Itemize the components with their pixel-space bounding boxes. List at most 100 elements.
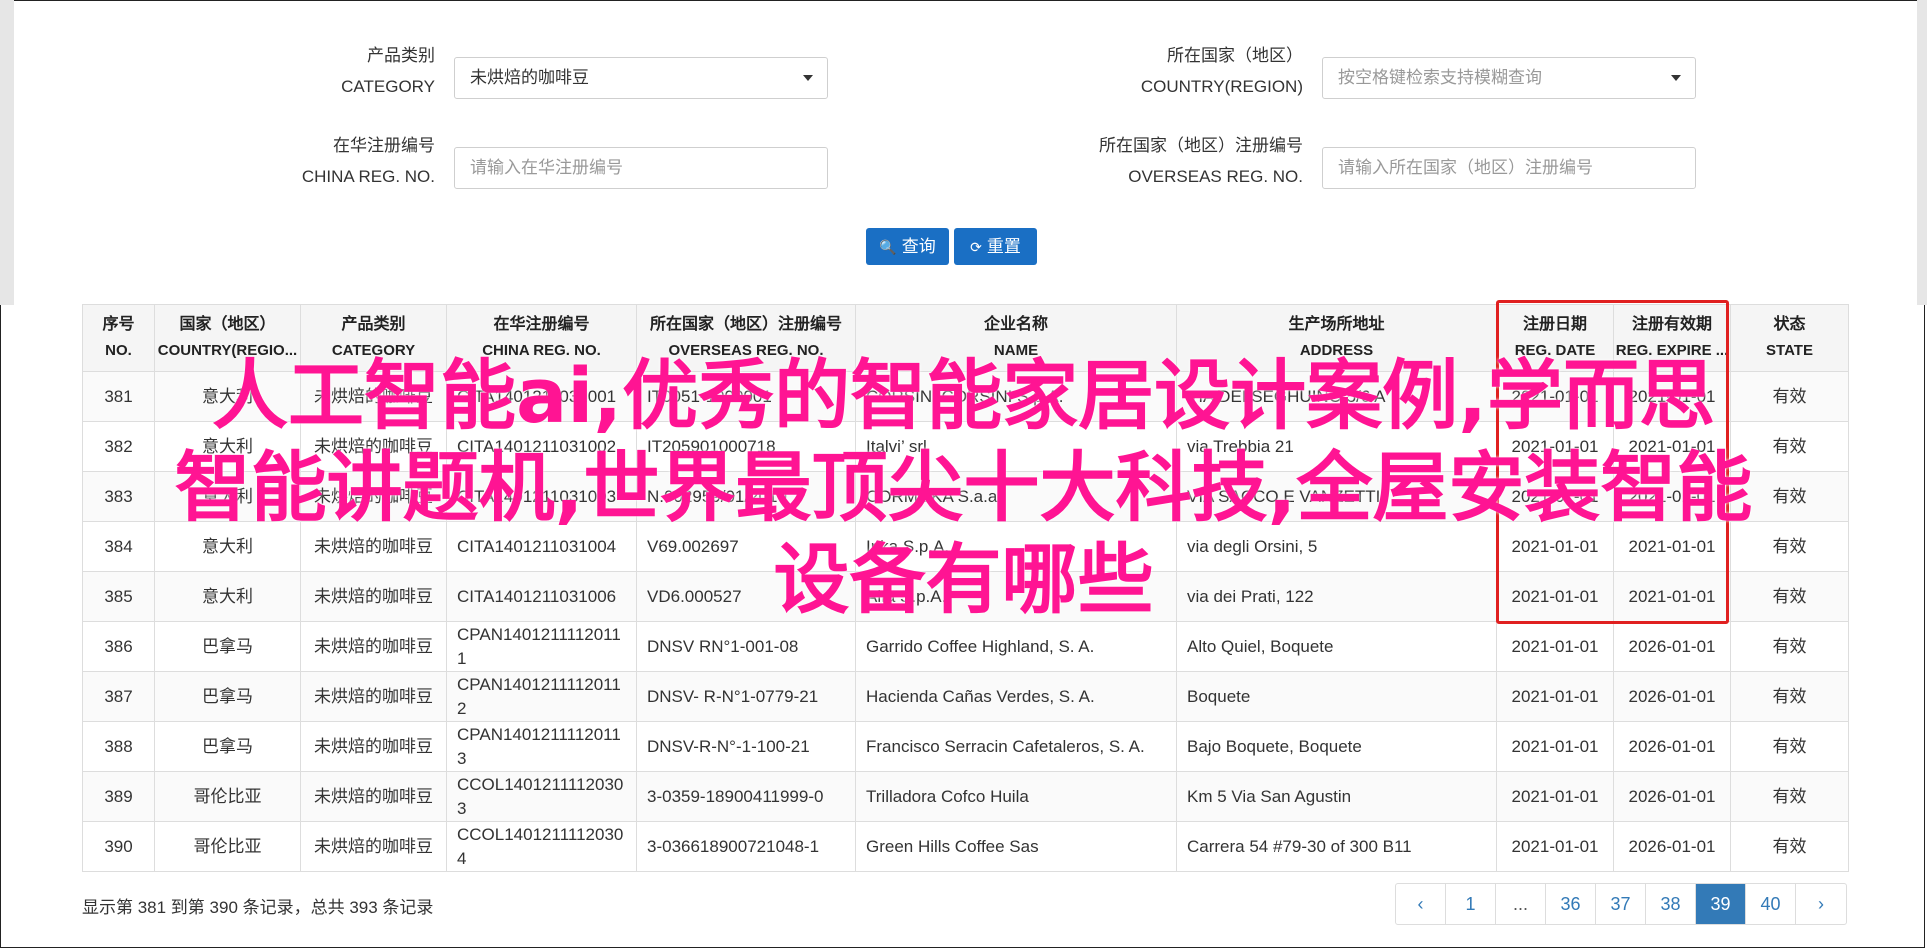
cell-china-reg: CPAN14012111120112 bbox=[446, 671, 637, 722]
china-reg-input[interactable]: 请输入在华注册编号 bbox=[454, 147, 828, 189]
cell-address: Carrera 54 #79-30 of 300 B11 bbox=[1176, 821, 1497, 872]
column-header: 国家（地区） COUNTRY(REGIO... bbox=[154, 304, 301, 372]
cell-country: 意大利 bbox=[154, 521, 301, 572]
cell-address: VIA SACCO E VANZETTI bbox=[1176, 471, 1497, 522]
cell-reg-date: 2021-01-01 bbox=[1496, 821, 1614, 872]
table-row: 382 意大利 未烘焙的咖啡豆 CITA1401211031002 IT20590100… bbox=[82, 421, 1849, 472]
category-label: 产品类别 CATEGORY bbox=[341, 46, 435, 96]
table-row: 383 意大利 未烘焙的咖啡豆 CITA1401211031003 N.002959/0… bbox=[82, 471, 1849, 522]
cell-reg-date: 2021-01-01 bbox=[1496, 671, 1614, 722]
column-header: 所在国家（地区）注册编号 OVERSEAS REG. NO. bbox=[636, 304, 856, 372]
cell-overseas-reg: 3-036618900721048-1 bbox=[636, 821, 856, 872]
cell-overseas-reg: IT205901000718 bbox=[636, 421, 856, 472]
cell-reg-date: 2021-01-01 bbox=[1496, 421, 1614, 472]
cell-name: CORSINI CORSINI S.p.A. bbox=[855, 371, 1177, 422]
cell-category: 未烘焙的咖啡豆 bbox=[300, 571, 447, 622]
table-row: 389 哥伦比亚 未烘焙的咖啡豆 CCOL14012111120303 3-0359-1… bbox=[82, 771, 1849, 822]
cell-china-reg: CITA1401211031002 bbox=[446, 421, 637, 472]
cell-reg-date: 2021-01-01 bbox=[1496, 771, 1614, 822]
page-button[interactable]: 38 bbox=[1646, 884, 1696, 924]
cell-category: 未烘焙的咖啡豆 bbox=[300, 721, 447, 772]
cell-reg-date: 2021-01-01 bbox=[1496, 571, 1614, 622]
search-icon: 🔍 bbox=[879, 239, 897, 255]
cell-china-reg: CCOL14012111120303 bbox=[446, 771, 637, 822]
category-select[interactable]: 未烘焙的咖啡豆 bbox=[454, 57, 828, 99]
search-button[interactable]: 🔍 查询 bbox=[866, 228, 949, 265]
cell-china-reg: CPAN14012111120113 bbox=[446, 721, 637, 772]
cell-state: 有效 bbox=[1730, 421, 1849, 472]
results-table: 序号 NO. 国家（地区） COUNTRY(REGIO... 产品类别 CATEGORY 在… bbox=[82, 304, 1849, 872]
cell-country: 巴拿马 bbox=[154, 671, 301, 722]
cell-name: Trilladora Cofco Huila bbox=[855, 771, 1177, 822]
column-header: 产品类别 CATEGORY bbox=[300, 304, 447, 372]
cell-expire: 2021-01-01 bbox=[1613, 371, 1731, 422]
cell-reg-date: 2021-01-01 bbox=[1496, 471, 1614, 522]
column-header: 注册日期 REG. DATE bbox=[1496, 304, 1614, 372]
cell-country: 巴拿马 bbox=[154, 621, 301, 672]
cell-expire: 2026-01-01 bbox=[1613, 671, 1731, 722]
cell-overseas-reg: VD6.000527 bbox=[636, 571, 856, 622]
cell-overseas-reg: V69.002697 bbox=[636, 521, 856, 572]
prev-page-button[interactable]: ‹ bbox=[1396, 884, 1446, 924]
column-header: 注册有效期 REG. EXPIRE ... bbox=[1613, 304, 1731, 372]
chevron-down-icon bbox=[803, 75, 813, 81]
cell-category: 未烘焙的咖啡豆 bbox=[300, 371, 447, 422]
cell-state: 有效 bbox=[1730, 771, 1849, 822]
cell-no: 390 bbox=[82, 821, 155, 872]
cell-country: 巴拿马 bbox=[154, 721, 301, 772]
cell-state: 有效 bbox=[1730, 671, 1849, 722]
cell-country: 意大利 bbox=[154, 571, 301, 622]
cell-expire: 2026-01-01 bbox=[1613, 621, 1731, 672]
country-select[interactable]: 按空格键检索支持模糊查询 bbox=[1322, 57, 1696, 99]
column-header: 状态 STATE bbox=[1730, 304, 1849, 372]
cell-china-reg: CCOL14012111120304 bbox=[446, 821, 637, 872]
page-button[interactable]: 37 bbox=[1596, 884, 1646, 924]
table-row: 381 意大利 未烘焙的咖啡豆 CITA1401211031001 IT0051-100… bbox=[82, 371, 1849, 422]
cell-no: 381 bbox=[82, 371, 155, 422]
table-row: 390 哥伦比亚 未烘焙的咖啡豆 CCOL14012111120304 3-036618… bbox=[82, 821, 1849, 872]
cell-reg-date: 2021-01-01 bbox=[1496, 371, 1614, 422]
overseas-reg-label: 所在国家（地区）注册编号 OVERSEAS REG. NO. bbox=[1099, 136, 1303, 186]
cell-state: 有效 bbox=[1730, 471, 1849, 522]
cell-expire: 2021-01-01 bbox=[1613, 421, 1731, 472]
cell-reg-date: 2021-01-01 bbox=[1496, 521, 1614, 572]
cell-name: Alfa S.p.A. bbox=[855, 571, 1177, 622]
cell-country: 意大利 bbox=[154, 421, 301, 472]
cell-category: 未烘焙的咖啡豆 bbox=[300, 521, 447, 572]
cell-address: via degli Orsini, 5 bbox=[1176, 521, 1497, 572]
cell-address: Bajo Boquete, Boquete bbox=[1176, 721, 1497, 772]
next-page-button[interactable]: › bbox=[1796, 884, 1846, 924]
china-reg-label: 在华注册编号 CHINA REG. NO. bbox=[301, 136, 435, 186]
column-header: 序号 NO. bbox=[82, 304, 155, 372]
chevron-down-icon bbox=[1671, 75, 1681, 81]
page-button[interactable]: 40 bbox=[1746, 884, 1796, 924]
table-row: 386 巴拿马 未烘焙的咖啡豆 CPAN14012111120111 DNSV RN°1… bbox=[82, 621, 1849, 672]
page-button[interactable]: 1 bbox=[1446, 884, 1496, 924]
page-button[interactable]: 36 bbox=[1546, 884, 1596, 924]
cell-china-reg: CITA1401211031001 bbox=[446, 371, 637, 422]
cell-expire: 2026-01-01 bbox=[1613, 821, 1731, 872]
cell-no: 383 bbox=[82, 471, 155, 522]
country-label: 所在国家（地区） COUNTRY(REGION) bbox=[1140, 46, 1303, 96]
cell-country: 哥伦比亚 bbox=[154, 821, 301, 872]
overseas-reg-input[interactable]: 请输入所在国家（地区）注册编号 bbox=[1322, 147, 1696, 189]
cell-name: Hacienda Cañas Verdes, S. A. bbox=[855, 671, 1177, 722]
column-header: 企业名称 NAME bbox=[855, 304, 1177, 372]
cell-expire: 2021-01-01 bbox=[1613, 471, 1731, 522]
page-button[interactable]: ... bbox=[1496, 884, 1546, 924]
cell-overseas-reg: DNSV RN°1-001-08 bbox=[636, 621, 856, 672]
cell-name: Italvi’ srl bbox=[855, 421, 1177, 472]
page-button[interactable]: 39 bbox=[1696, 884, 1746, 924]
record-summary: 显示第 381 到第 390 条记录，总共 393 条记录 bbox=[82, 898, 434, 917]
cell-category: 未烘焙的咖啡豆 bbox=[300, 771, 447, 822]
cell-name: CORMOKA S.a.a. bbox=[855, 471, 1177, 522]
cell-address: Alto Quiel, Boquete bbox=[1176, 621, 1497, 672]
cell-expire: 2026-01-01 bbox=[1613, 771, 1731, 822]
cell-state: 有效 bbox=[1730, 371, 1849, 422]
cell-reg-date: 2021-01-01 bbox=[1496, 621, 1614, 672]
reset-button[interactable]: ⟳ 重置 bbox=[954, 228, 1037, 265]
cell-no: 385 bbox=[82, 571, 155, 622]
cell-china-reg: CITA1401211031006 bbox=[446, 571, 637, 622]
cell-no: 386 bbox=[82, 621, 155, 672]
cell-country: 意大利 bbox=[154, 471, 301, 522]
